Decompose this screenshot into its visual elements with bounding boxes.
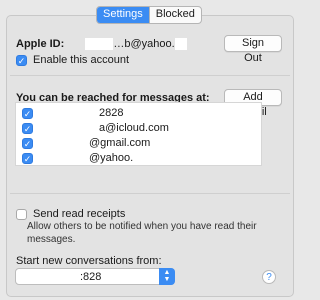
- address-checkbox[interactable]: ✓: [22, 152, 33, 164]
- divider: [10, 75, 290, 76]
- start-from-value: :828: [80, 271, 102, 283]
- tab-blocked[interactable]: Blocked: [148, 7, 201, 23]
- enable-account-checkbox[interactable]: ✓: [16, 54, 27, 66]
- enable-account-label: Enable this account: [33, 54, 130, 66]
- address-list: ✓ 2828 ✓ a@icloud.com ✓ @gmail.com ✓ @yahoo.: [15, 102, 262, 166]
- address-text: @yahoo.: [89, 152, 134, 164]
- start-from-label: Start new conversations from:: [16, 255, 162, 267]
- redaction-mask: [39, 152, 89, 165]
- read-receipts-label: Send read receipts: [33, 208, 126, 220]
- tab-settings[interactable]: Settings: [97, 7, 149, 23]
- apple-id-row: Apple ID: …b@yahoo.: [16, 38, 187, 51]
- address-text: a@icloud.com: [99, 122, 169, 134]
- read-receipts-checkbox[interactable]: [16, 208, 27, 220]
- redaction-mask: [39, 137, 89, 150]
- redaction-mask: [85, 38, 114, 51]
- help-button[interactable]: ?: [262, 270, 276, 284]
- list-item[interactable]: ✓ @yahoo.: [22, 152, 146, 165]
- redaction-mask: [133, 152, 146, 165]
- redaction-mask: [174, 38, 187, 51]
- start-from-select[interactable]: :828 ▲ ▼: [15, 268, 175, 285]
- read-receipts-row[interactable]: Send read receipts: [16, 208, 125, 220]
- address-checkbox[interactable]: ✓: [22, 137, 33, 149]
- list-item[interactable]: ✓ a@icloud.com: [22, 122, 169, 135]
- address-checkbox[interactable]: ✓: [22, 122, 33, 134]
- address-text: 2828: [99, 107, 124, 119]
- address-text: @gmail.com: [89, 137, 151, 149]
- list-item[interactable]: ✓ 2828: [22, 107, 124, 120]
- enable-account-row[interactable]: ✓ Enable this account: [16, 54, 129, 66]
- apple-id-label: Apple ID:: [16, 38, 65, 50]
- apple-id-value: …b@yahoo.: [113, 38, 175, 50]
- divider: [10, 193, 290, 194]
- read-receipts-description: Allow others to be notified when you hav…: [27, 221, 257, 245]
- redaction-mask: [39, 107, 99, 120]
- redaction-mask: [39, 122, 99, 135]
- redaction-mask: [22, 271, 78, 283]
- list-item[interactable]: ✓ @gmail.com: [22, 137, 151, 150]
- tab-bar: Settings Blocked: [96, 6, 202, 24]
- sign-out-button[interactable]: Sign Out: [224, 35, 282, 64]
- chevron-up-down-icon: ▲ ▼: [159, 268, 175, 285]
- address-checkbox[interactable]: ✓: [22, 107, 33, 119]
